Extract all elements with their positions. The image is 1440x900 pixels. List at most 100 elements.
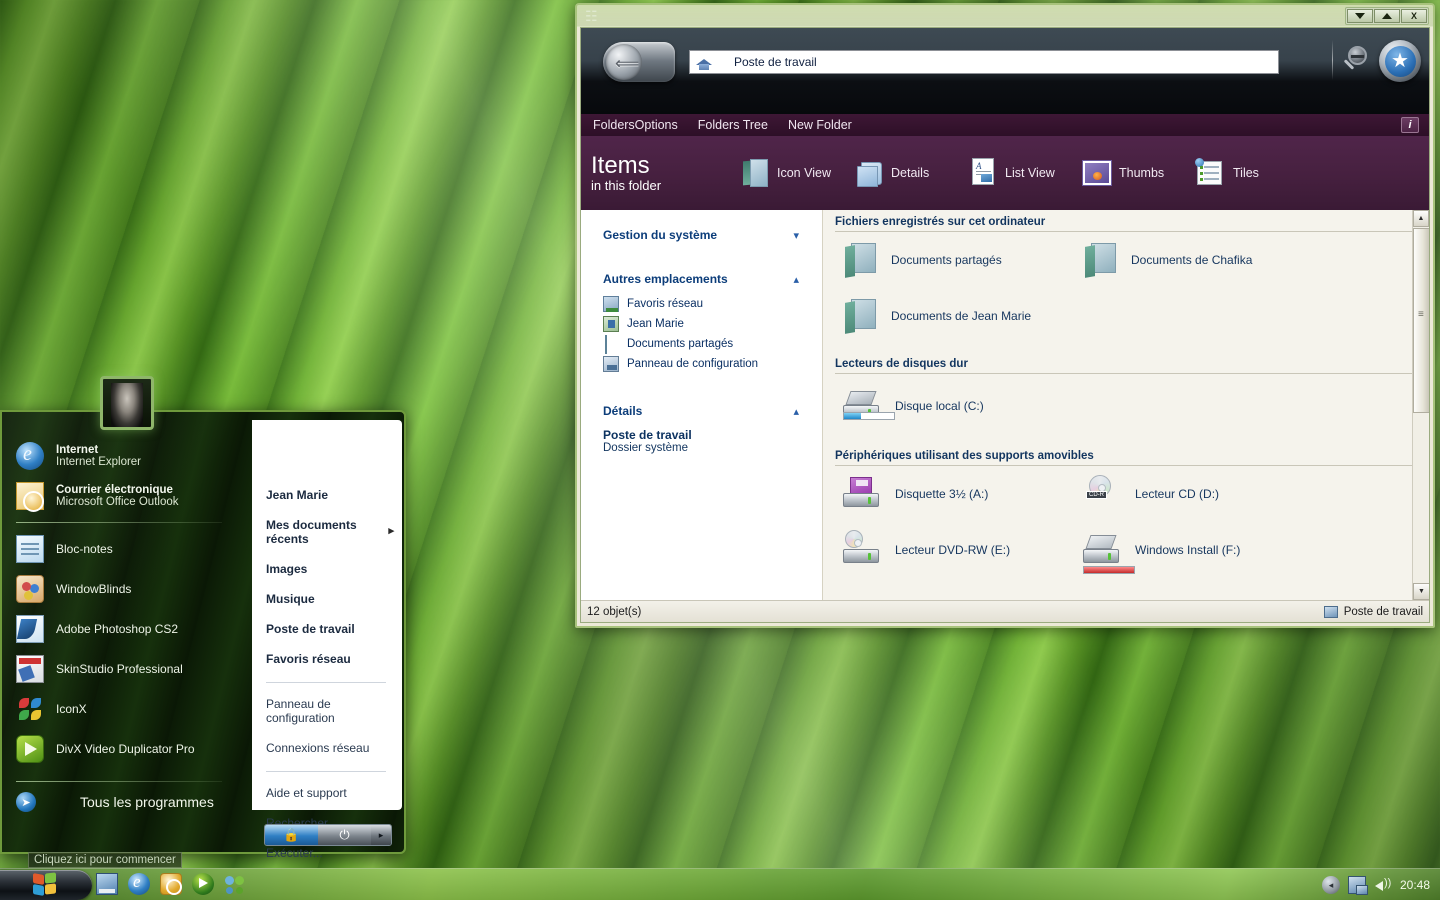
file-list-pane[interactable]: Fichiers enregistrés sur cet ordinateur … (823, 210, 1429, 600)
section-items: Disque local (C:) (835, 374, 1413, 438)
sidebar-group-title: Autres emplacements (603, 272, 728, 286)
iconx-icon (16, 695, 44, 723)
file-item[interactable]: Documents de Chafika (1075, 232, 1315, 288)
media-player-icon[interactable] (192, 873, 214, 895)
explorer-window[interactable]: ☷ X ⟸ Poste de travail ★ FoldersOptions … (575, 3, 1435, 628)
taskbar[interactable]: ◂ 20:48 (0, 868, 1440, 900)
scroll-up-button[interactable]: ▲ (1413, 210, 1429, 227)
start-program-divx[interactable]: DivX Video Duplicator Pro (16, 729, 252, 769)
view-option-tiles[interactable]: Tiles (1195, 158, 1311, 188)
start-program-skinstudio[interactable]: SkinStudio Professional (16, 649, 252, 689)
volume-icon[interactable] (1374, 876, 1392, 894)
view-option-list-view[interactable]: A List View (969, 158, 1083, 188)
user-folder-icon (603, 316, 619, 332)
star-icon[interactable]: ★ (1379, 40, 1421, 82)
close-button[interactable]: X (1401, 9, 1427, 23)
internet-explorer-icon[interactable] (128, 872, 150, 895)
outlook-icon[interactable] (160, 873, 182, 895)
sidebar-item-panneau-de-configuration[interactable]: Panneau de configuration (603, 354, 822, 374)
lock-button[interactable]: 🔒 (265, 825, 318, 845)
start-item-jean-marie[interactable]: Jean Marie (266, 488, 386, 502)
sidebar-group-details[interactable]: Détails ▴ (603, 404, 799, 418)
start-item-executer[interactable]: Exécuter... (266, 846, 386, 860)
divx-icon (16, 735, 44, 763)
view-option-thumbs[interactable]: Thumbs (1082, 158, 1197, 188)
network-icon[interactable] (1347, 876, 1368, 895)
info-button[interactable]: i (1401, 117, 1419, 133)
file-item[interactable]: Documents de Jean Marie (835, 288, 1075, 344)
start-program-photoshop[interactable]: Adobe Photoshop CS2 (16, 609, 252, 649)
view-option-details[interactable]: Details (855, 158, 969, 188)
start-item-panneau-de-configuration[interactable]: Panneau de configuration (266, 697, 386, 725)
menu-item-folders-options[interactable]: FoldersOptions (593, 118, 678, 132)
scroll-down-button[interactable]: ▼ (1413, 583, 1429, 600)
start-button[interactable] (0, 870, 92, 900)
show-desktop-icon[interactable] (96, 873, 118, 895)
sidebar-group-system-management[interactable]: Gestion du système ▾ (603, 228, 799, 242)
outlook-icon (16, 482, 44, 512)
sidebar-item-documents-partages[interactable]: Documents partagés (603, 334, 822, 354)
menu-item-new-folder[interactable]: New Folder (788, 118, 852, 132)
start-tooltip: Cliquez ici pour commencer (28, 852, 182, 868)
start-item-poste-de-travail[interactable]: Poste de travail (266, 622, 386, 636)
section-removable-devices: Périphériques utilisant des supports amo… (835, 444, 1413, 578)
navigation-strip: ⟸ Poste de travail ★ (581, 28, 1429, 114)
program-title: Courrier électronique (56, 484, 173, 496)
start-program-email[interactable]: Courrier électronique Microsoft Office O… (16, 476, 252, 516)
back-button[interactable]: ⟸ (603, 42, 675, 82)
program-label: WindowBlinds (56, 582, 132, 596)
start-item-images[interactable]: Images (266, 562, 386, 576)
drive-item[interactable]: Windows Install (F:) (1075, 522, 1315, 578)
start-item-musique[interactable]: Musique (266, 592, 386, 606)
folder-icon (843, 243, 877, 278)
chevron-up-icon[interactable]: ▴ (793, 405, 799, 418)
magnifier-icon[interactable] (1341, 46, 1373, 78)
drive-item[interactable]: Disque local (C:) (835, 374, 1075, 438)
vertical-scrollbar[interactable]: ▲ ▼ (1412, 210, 1429, 600)
menubar[interactable]: FoldersOptions Folders Tree New Folder i (581, 114, 1429, 136)
task-sidebar: Gestion du système ▾ Autres emplacements… (581, 210, 823, 600)
start-item-connexions-reseau[interactable]: Connexions réseau (266, 741, 386, 755)
notepad-icon (16, 535, 44, 563)
sidebar-other-places-list: Favoris réseau Jean Marie Documents part… (603, 294, 822, 374)
file-item[interactable]: Documents partagés (835, 232, 1075, 288)
window-titlebar[interactable]: ☷ X (577, 5, 1433, 27)
maximize-button[interactable] (1374, 9, 1400, 23)
sidebar-item-label: Documents partagés (627, 338, 734, 350)
sidebar-group-other-places[interactable]: Autres emplacements ▴ (603, 272, 799, 286)
start-program-internet[interactable]: Internet Internet Explorer (16, 436, 252, 476)
start-item-mes-documents-recents[interactable]: Mes documents récents (266, 518, 394, 546)
show-hidden-icons-icon[interactable]: ◂ (1321, 876, 1340, 894)
start-menu-footer[interactable]: 🔒 ⏻ ▸ (264, 824, 392, 846)
chevron-down-icon[interactable]: ▾ (793, 229, 799, 242)
start-item-favoris-reseau[interactable]: Favoris réseau (266, 652, 386, 666)
view-option-icon-view[interactable]: Icon View (741, 158, 855, 188)
power-button[interactable]: ⏻ (318, 825, 371, 845)
sidebar-item-jean-marie[interactable]: Jean Marie (603, 314, 822, 334)
start-program-windowblinds[interactable]: WindowBlinds (16, 569, 252, 609)
drive-item[interactable]: Disquette 3½ (A:) (835, 466, 1075, 522)
sidebar-item-favoris-reseau[interactable]: Favoris réseau (603, 294, 822, 314)
more-options-button[interactable]: ▸ (371, 825, 391, 845)
folder-icon (843, 299, 877, 334)
start-menu[interactable]: Internet Internet Explorer Courrier élec… (0, 376, 406, 860)
program-subtitle: Internet Explorer (56, 456, 142, 468)
start-program-bloc-notes[interactable]: Bloc-notes (16, 529, 252, 569)
quick-launch-bar[interactable] (96, 872, 246, 895)
address-bar[interactable]: Poste de travail (689, 50, 1279, 74)
scrollbar-thumb[interactable] (1413, 228, 1429, 413)
start-item-aide-et-support[interactable]: Aide et support (266, 786, 386, 800)
minimize-button[interactable] (1347, 9, 1373, 23)
start-menu-right-panel: Jean Marie Mes documents récents Images … (252, 420, 402, 860)
msn-messenger-icon[interactable] (224, 873, 246, 895)
clock[interactable]: 20:48 (1400, 878, 1434, 892)
drive-item[interactable]: Lecteur DVD-RW (E:) (835, 522, 1075, 578)
chevron-up-icon[interactable]: ▴ (793, 273, 799, 286)
menu-item-folders-tree[interactable]: Folders Tree (698, 118, 768, 132)
start-program-iconx[interactable]: IconX (16, 689, 252, 729)
address-value: Poste de travail (734, 55, 817, 69)
system-tray[interactable]: ◂ 20:48 (1321, 869, 1434, 900)
window-controls[interactable]: X (1345, 7, 1429, 25)
drive-item[interactable]: CD-R Lecteur CD (D:) (1075, 466, 1315, 522)
all-programs-button[interactable]: ➤ Tous les programmes (16, 792, 252, 812)
